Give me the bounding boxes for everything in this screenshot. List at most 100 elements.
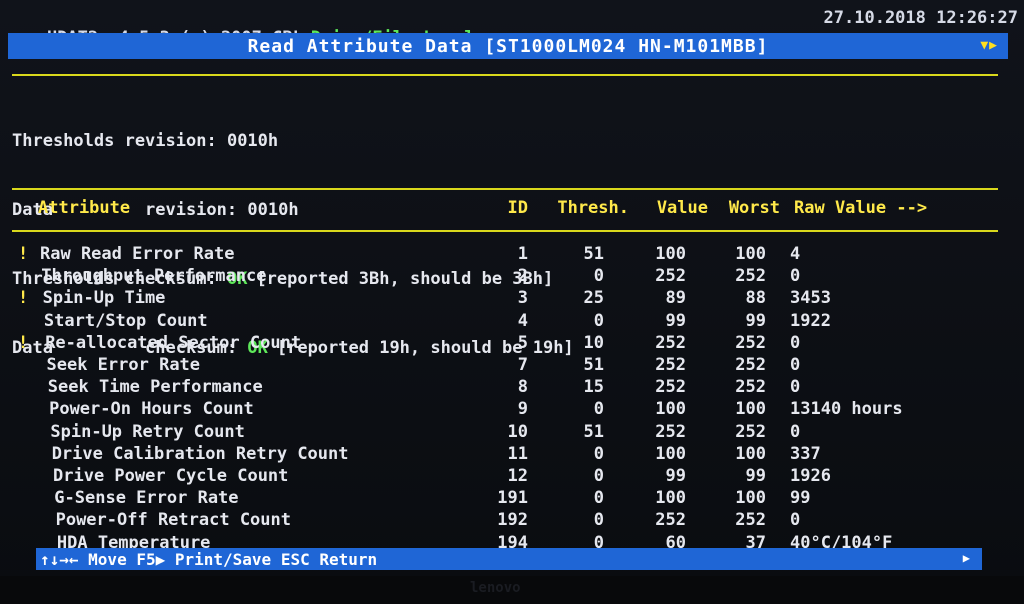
attribute-threshold: 15 — [583, 377, 604, 398]
attribute-name: Spin-Up Retry Count — [50, 421, 245, 442]
table-row[interactable]: Seek Error Rate 7 51 252 252 0 — [0, 355, 1024, 377]
table-row[interactable]: ! Re-allocated Sector Count 5 10 252 252 0 — [0, 333, 1024, 355]
thresholds-revision-row: Thresholds revision: 0010h — [12, 130, 574, 153]
attribute-id: 11 — [507, 443, 528, 464]
attribute-id: 2 — [517, 266, 528, 287]
table-row[interactable]: Seek Time Performance 8 15 252 252 0 — [0, 377, 1024, 399]
attribute-id: 5 — [517, 332, 528, 353]
attribute-threshold: 25 — [583, 288, 604, 309]
attribute-threshold: 0 — [593, 399, 604, 420]
column-header-attribute: Attribute — [38, 198, 131, 218]
warning-mark: ! — [18, 332, 29, 353]
attribute-worst: 252 — [735, 332, 766, 353]
attribute-threshold: 0 — [593, 466, 604, 486]
attribute-threshold: 51 — [583, 421, 604, 442]
attribute-id: 1 — [517, 244, 528, 264]
thresholds-revision-label: Thresholds revision: — [12, 131, 217, 151]
thresholds-revision-value: 0010h — [226, 131, 279, 151]
attribute-value: 252 — [655, 266, 686, 287]
attribute-worst: 100 — [735, 244, 766, 264]
attribute-worst: 100 — [735, 399, 766, 420]
attribute-name: Raw Read Error Rate — [40, 244, 235, 264]
attribute-raw-value: 13140 hours — [790, 399, 903, 420]
attribute-worst: 88 — [745, 288, 766, 309]
attribute-threshold: 0 — [593, 488, 604, 509]
column-header-value: Value — [656, 198, 708, 218]
attribute-name: Throughput Performance — [41, 266, 267, 287]
attribute-raw-value: 0 — [790, 332, 801, 353]
attribute-name: Drive Calibration Retry Count — [51, 443, 349, 464]
table-row[interactable]: Drive Calibration Retry Count 11 0 100 100 33… — [0, 444, 1024, 466]
attribute-worst: 99 — [745, 310, 766, 331]
attribute-id: 8 — [517, 377, 528, 398]
attribute-value: 100 — [655, 244, 686, 264]
attribute-value: 99 — [665, 310, 686, 331]
table-row[interactable]: ! Raw Read Error Rate 1 51 100 100 4 — [0, 244, 1024, 266]
attribute-name: Seek Time Performance — [47, 377, 263, 398]
attribute-value: 100 — [655, 399, 686, 420]
column-header-raw-value: Raw Value --> — [794, 198, 928, 218]
table-row[interactable]: Power-Off Retract Count 192 0 252 252 0 — [0, 510, 1024, 532]
attribute-id: 191 — [497, 488, 528, 509]
attribute-raw-value: 1922 — [790, 310, 831, 331]
attribute-raw-value: 337 — [790, 443, 821, 464]
table-row[interactable]: Start/Stop Count 4 0 99 99 1922 — [0, 311, 1024, 333]
attribute-value: 99 — [665, 466, 686, 486]
attribute-value: 252 — [655, 421, 686, 442]
scroll-indicator-icon[interactable]: ▼▶ — [980, 38, 998, 53]
warning-mark: ! — [18, 288, 29, 309]
attribute-name: Drive Power Cycle Count — [53, 466, 289, 486]
attribute-name: G-Sense Error Rate — [54, 488, 239, 509]
attribute-threshold: 51 — [583, 244, 604, 264]
scroll-right-icon[interactable]: ▶ — [963, 551, 970, 565]
divider — [12, 188, 998, 190]
attribute-id: 192 — [497, 510, 528, 531]
attribute-value: 252 — [655, 355, 686, 375]
table-row[interactable]: Spin-Up Retry Count 10 51 252 252 0 — [0, 422, 1024, 444]
table-row[interactable]: ! Spin-Up Time 3 25 89 88 3453 — [0, 288, 1024, 310]
attribute-raw-value: 3453 — [790, 288, 831, 309]
attribute-value: 100 — [655, 443, 686, 464]
table-row[interactable]: Power-On Hours Count 9 0 100 100 13140 hours — [0, 399, 1024, 421]
attribute-threshold: 0 — [593, 310, 604, 331]
attribute-threshold: 10 — [583, 332, 604, 353]
attribute-threshold: 0 — [593, 443, 604, 464]
attribute-value: 89 — [665, 288, 686, 309]
attribute-name: Spin-Up Time — [42, 288, 166, 309]
attribute-raw-value: 99 — [790, 488, 811, 509]
table-row[interactable]: Drive Power Cycle Count 12 0 99 99 1926 — [0, 466, 1024, 488]
attribute-worst: 252 — [735, 510, 766, 531]
attribute-value: 100 — [655, 488, 686, 509]
table-row[interactable]: Throughput Performance 2 0 252 252 0 — [0, 266, 1024, 288]
attribute-id: 10 — [507, 421, 528, 442]
column-header-worst: Worst — [728, 198, 780, 218]
divider — [12, 230, 998, 232]
key-hints[interactable]: ↑↓→← Move F5▶ Print/Save ESC Return — [40, 550, 377, 569]
table-row[interactable]: G-Sense Error Rate 191 0 100 100 99 — [0, 488, 1024, 510]
attribute-worst: 100 — [735, 443, 766, 464]
attribute-worst: 252 — [735, 266, 766, 287]
attribute-value: 252 — [655, 332, 686, 353]
attribute-value: 252 — [655, 377, 686, 398]
attribute-threshold: 0 — [593, 510, 604, 531]
attribute-id: 12 — [507, 466, 528, 486]
divider — [12, 74, 998, 76]
attribute-name: Power-On Hours Count — [49, 399, 254, 420]
attribute-value: 252 — [655, 510, 686, 531]
top-status-line: HDAT2 v4.5.3 (c) 2007 CBLDrive/File Leve… — [6, 8, 1018, 48]
window-title: Read Attribute Data [ST1000LM024 HN-M101… — [247, 35, 769, 57]
attribute-threshold: 0 — [593, 266, 604, 287]
attribute-threshold: 51 — [583, 355, 604, 375]
attribute-worst: 252 — [735, 377, 766, 398]
attribute-name: Re-allocated Sector Count — [45, 332, 302, 353]
attribute-worst: 252 — [735, 355, 766, 375]
attribute-name: Start/Stop Count — [43, 310, 208, 331]
attribute-worst: 252 — [735, 421, 766, 442]
attribute-id: 4 — [517, 310, 528, 331]
table-header: Attribute ID Thresh. Value Worst Raw Val… — [0, 198, 1024, 222]
attribute-id: 9 — [517, 399, 528, 420]
attribute-raw-value: 0 — [790, 266, 801, 287]
attribute-raw-value: 4 — [790, 244, 801, 264]
attribute-raw-value: 0 — [790, 377, 801, 398]
warning-mark: ! — [18, 244, 29, 264]
